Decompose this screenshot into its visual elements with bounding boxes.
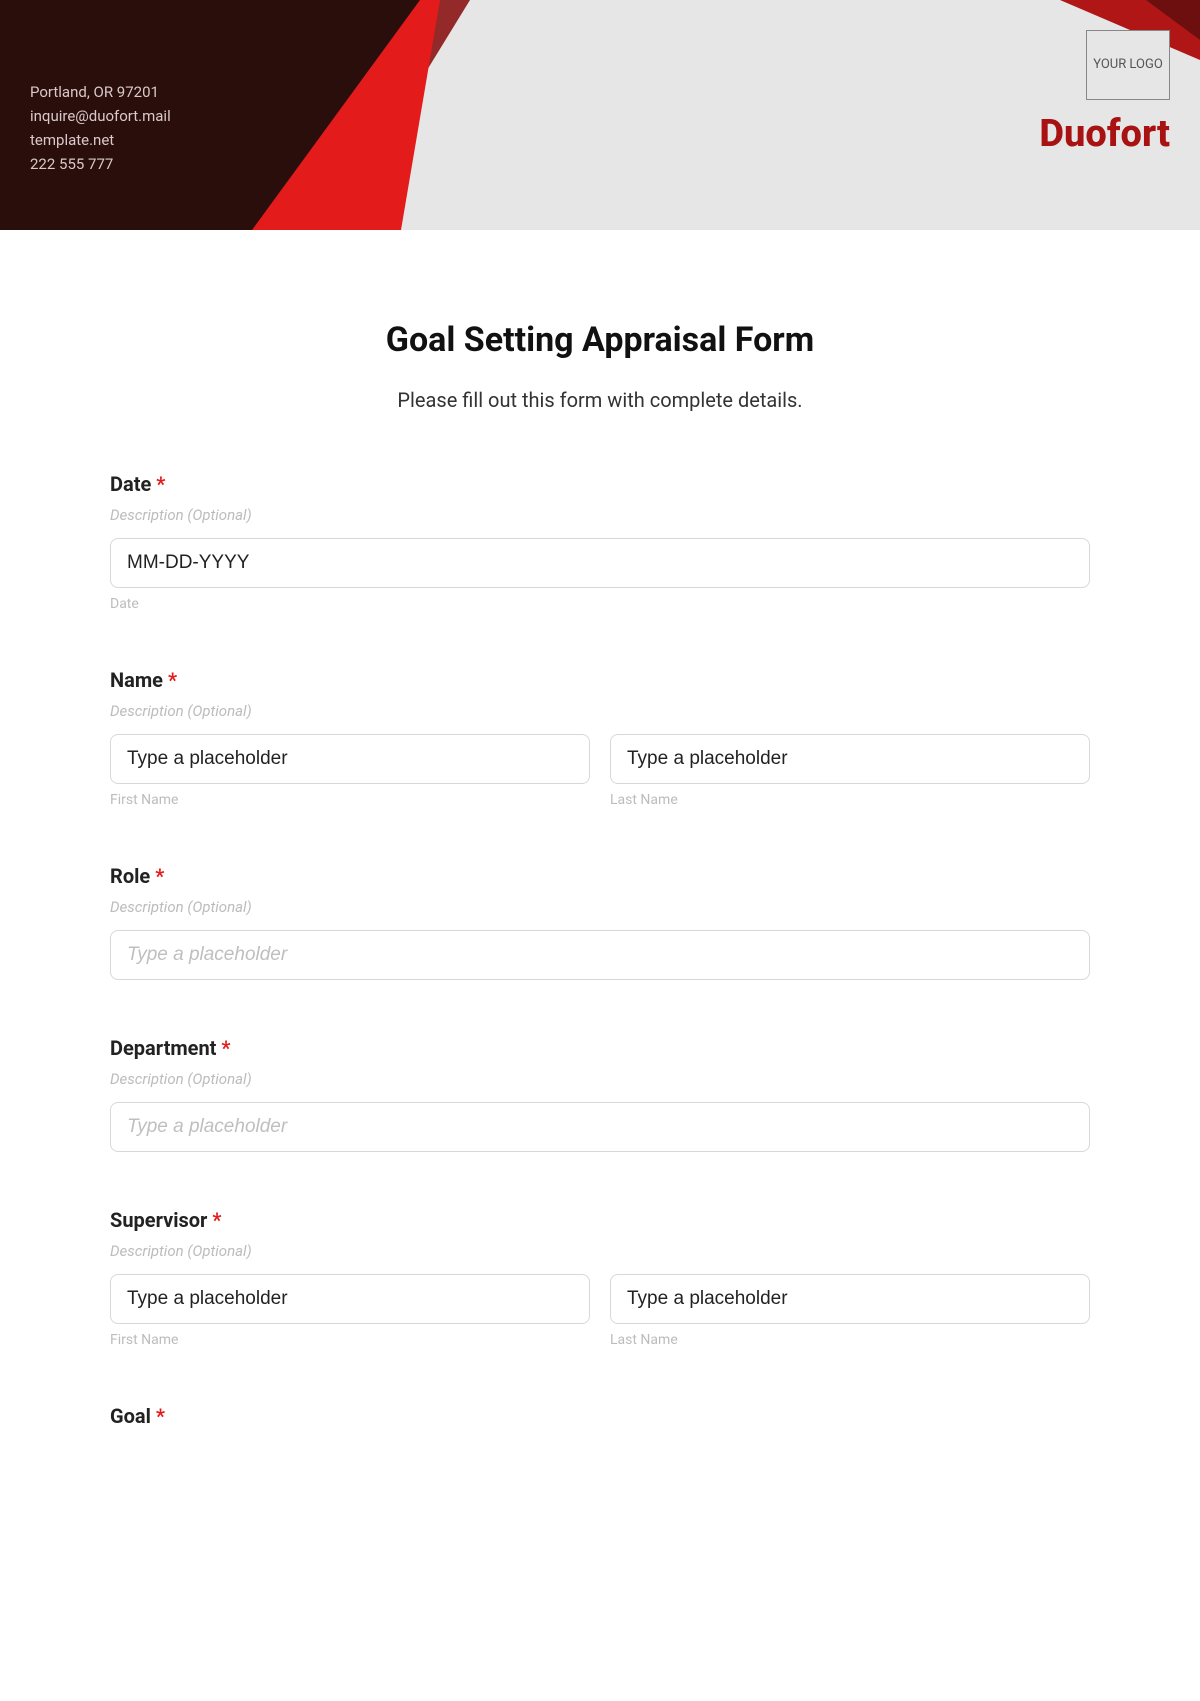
logo-text: YOUR LOGO bbox=[1093, 57, 1163, 73]
field-name: Name * Description (Optional) First Name… bbox=[110, 668, 1090, 808]
required-asterisk: * bbox=[221, 1036, 230, 1060]
form-container: Goal Setting Appraisal Form Please fill … bbox=[0, 230, 1200, 1524]
form-subtitle: Please fill out this form with complete … bbox=[110, 388, 1090, 412]
name-label-text: Name bbox=[110, 668, 163, 692]
supervisor-first-sublabel: First Name bbox=[110, 1332, 590, 1348]
date-input[interactable] bbox=[110, 538, 1090, 588]
required-asterisk: * bbox=[156, 1404, 165, 1428]
date-description: Description (Optional) bbox=[110, 506, 1090, 524]
goal-label: Goal * bbox=[110, 1404, 1090, 1428]
department-description: Description (Optional) bbox=[110, 1070, 1090, 1088]
brand-name: Duofort bbox=[1039, 112, 1170, 156]
goal-label-text: Goal bbox=[110, 1404, 151, 1428]
required-asterisk: * bbox=[155, 864, 164, 888]
date-sublabel: Date bbox=[110, 596, 1090, 612]
department-label: Department * bbox=[110, 1036, 1090, 1060]
field-department: Department * Description (Optional) bbox=[110, 1036, 1090, 1152]
supervisor-label-text: Supervisor bbox=[110, 1208, 207, 1232]
required-asterisk: * bbox=[156, 472, 165, 496]
first-name-sublabel: First Name bbox=[110, 792, 590, 808]
contact-address: Portland, OR 97201 bbox=[30, 80, 171, 104]
role-label-text: Role bbox=[110, 864, 150, 888]
supervisor-first-name-input[interactable] bbox=[110, 1274, 590, 1324]
date-label-text: Date bbox=[110, 472, 151, 496]
role-input[interactable] bbox=[110, 930, 1090, 980]
field-goal: Goal * bbox=[110, 1404, 1090, 1428]
first-name-input[interactable] bbox=[110, 734, 590, 784]
contact-block: Portland, OR 97201 inquire@duofort.mail … bbox=[30, 80, 171, 176]
field-role: Role * Description (Optional) bbox=[110, 864, 1090, 980]
contact-phone: 222 555 777 bbox=[30, 152, 171, 176]
field-supervisor: Supervisor * Description (Optional) Firs… bbox=[110, 1208, 1090, 1348]
supervisor-label: Supervisor * bbox=[110, 1208, 1090, 1232]
logo-placeholder: YOUR LOGO bbox=[1086, 30, 1170, 100]
department-label-text: Department bbox=[110, 1036, 216, 1060]
contact-site: template.net bbox=[30, 128, 171, 152]
required-asterisk: * bbox=[212, 1208, 221, 1232]
supervisor-last-sublabel: Last Name bbox=[610, 1332, 1090, 1348]
form-title: Goal Setting Appraisal Form bbox=[110, 320, 1090, 360]
contact-email: inquire@duofort.mail bbox=[30, 104, 171, 128]
last-name-input[interactable] bbox=[610, 734, 1090, 784]
department-input[interactable] bbox=[110, 1102, 1090, 1152]
role-description: Description (Optional) bbox=[110, 898, 1090, 916]
field-date: Date * Description (Optional) Date bbox=[110, 472, 1090, 612]
required-asterisk: * bbox=[168, 668, 177, 692]
header-banner: Portland, OR 97201 inquire@duofort.mail … bbox=[0, 0, 1200, 230]
supervisor-description: Description (Optional) bbox=[110, 1242, 1090, 1260]
date-label: Date * bbox=[110, 472, 1090, 496]
last-name-sublabel: Last Name bbox=[610, 792, 1090, 808]
name-label: Name * bbox=[110, 668, 1090, 692]
name-description: Description (Optional) bbox=[110, 702, 1090, 720]
supervisor-last-name-input[interactable] bbox=[610, 1274, 1090, 1324]
role-label: Role * bbox=[110, 864, 1090, 888]
